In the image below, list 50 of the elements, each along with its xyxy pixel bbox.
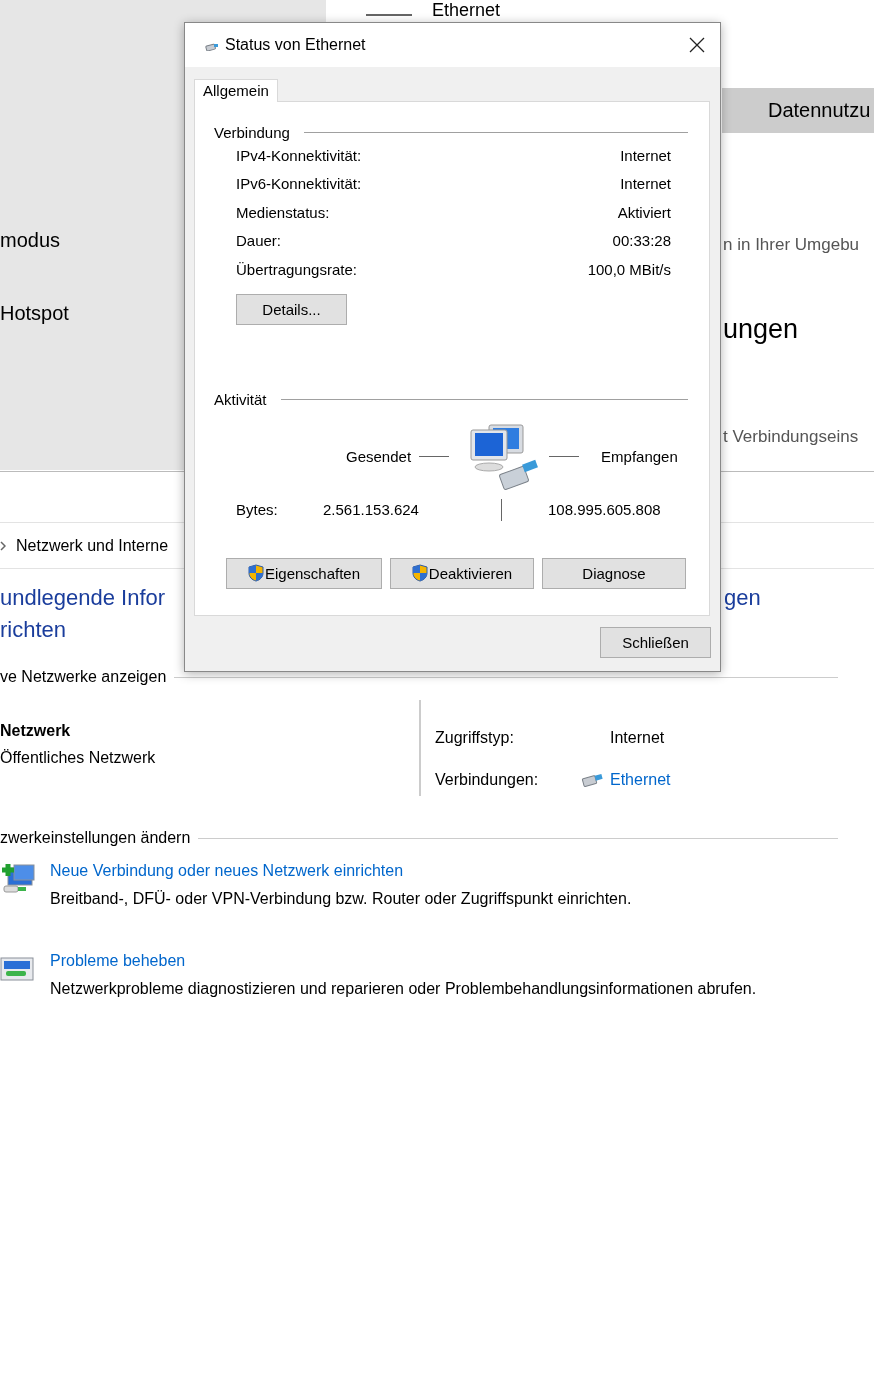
field-label: IPv4-Konnektivität:: [236, 146, 362, 164]
field-value: Internet: [620, 146, 671, 164]
field-value: Internet: [609, 729, 666, 748]
field-value: 00:33:28: [612, 232, 671, 250]
sidebar-item[interactable]: modus: [0, 229, 61, 252]
connection-link[interactable]: Ethernet: [610, 770, 671, 789]
received-label: Empfangen: [601, 448, 678, 465]
sent-label: Gesendet: [346, 448, 412, 465]
close-dialog-button[interactable]: Schließen: [600, 627, 711, 658]
tab[interactable]: Allgemein: [194, 79, 278, 102]
sent-bytes: 2.561.153.624: [323, 501, 420, 518]
page-heading: gen: [724, 584, 761, 612]
received-bytes: 108.995.605.808: [548, 501, 661, 518]
network-type: Öffentliches Netzwerk: [0, 749, 157, 767]
field-label: Dauer:: [236, 232, 282, 250]
task-description: Breitband-, DFÜ- oder VPN-Verbindung bzw. Router oder Zugriffspunkt einrichten.: [50, 889, 633, 909]
shield-button[interactable]: Eigenschaften: [226, 557, 382, 589]
group-heading: Aktivität: [214, 390, 267, 408]
network-cable-icon: [580, 772, 604, 787]
details-button[interactable]: Details...: [236, 293, 347, 325]
section-heading: ungen: [723, 314, 799, 345]
window-title: Status von Ethernet: [225, 36, 366, 54]
field-value: Aktiviert: [617, 203, 671, 221]
action-button[interactable]: Diagnose: [542, 557, 686, 589]
shield-button[interactable]: Deaktivieren: [390, 557, 534, 589]
field-value: 100,0 MBit/s: [587, 260, 671, 278]
field-label: Medienstatus:: [236, 203, 330, 221]
chevron-icon: [0, 540, 6, 551]
field-label: Verbindungen:: [435, 770, 540, 789]
task-description: Netzwerkprobleme diagnostizieren und reparieren oder Problembehandlungsinformationen abrufen.: [50, 979, 758, 999]
field-label: Zugriffstyp:: [435, 729, 515, 748]
bytes-label: Bytes:: [236, 501, 279, 518]
close-icon: [689, 37, 705, 53]
task-link[interactable]: Neue Verbindung oder neues Netzwerk einrichten: [50, 862, 765, 880]
breadcrumb-item[interactable]: Netzwerk und Interne: [16, 536, 169, 555]
field-label: IPv6-Konnektivität:: [236, 175, 362, 193]
network-cable-icon: [205, 43, 219, 51]
field-label: Übertragungsrate:: [236, 260, 357, 278]
settings-link[interactable]: t Verbindungseins: [723, 427, 859, 447]
network-name: Netzwerk: [0, 722, 72, 740]
section-heading: zwerkeinstellungen ändern: [0, 829, 191, 847]
task-link[interactable]: Probleme beheben: [50, 952, 765, 970]
section-heading: ve Netzwerke anzeigen: [0, 668, 167, 686]
description-text: n in Ihrer Umgebu: [723, 235, 860, 255]
page-title: Ethernet: [432, 0, 501, 21]
field-value: Internet: [620, 175, 671, 193]
data-usage-tab[interactable]: Datennutzu: [722, 88, 874, 133]
group-heading: Verbindung: [214, 124, 290, 141]
page-heading: undlegende Infor richten: [0, 584, 166, 644]
sidebar-item[interactable]: Hotspot: [0, 302, 69, 325]
